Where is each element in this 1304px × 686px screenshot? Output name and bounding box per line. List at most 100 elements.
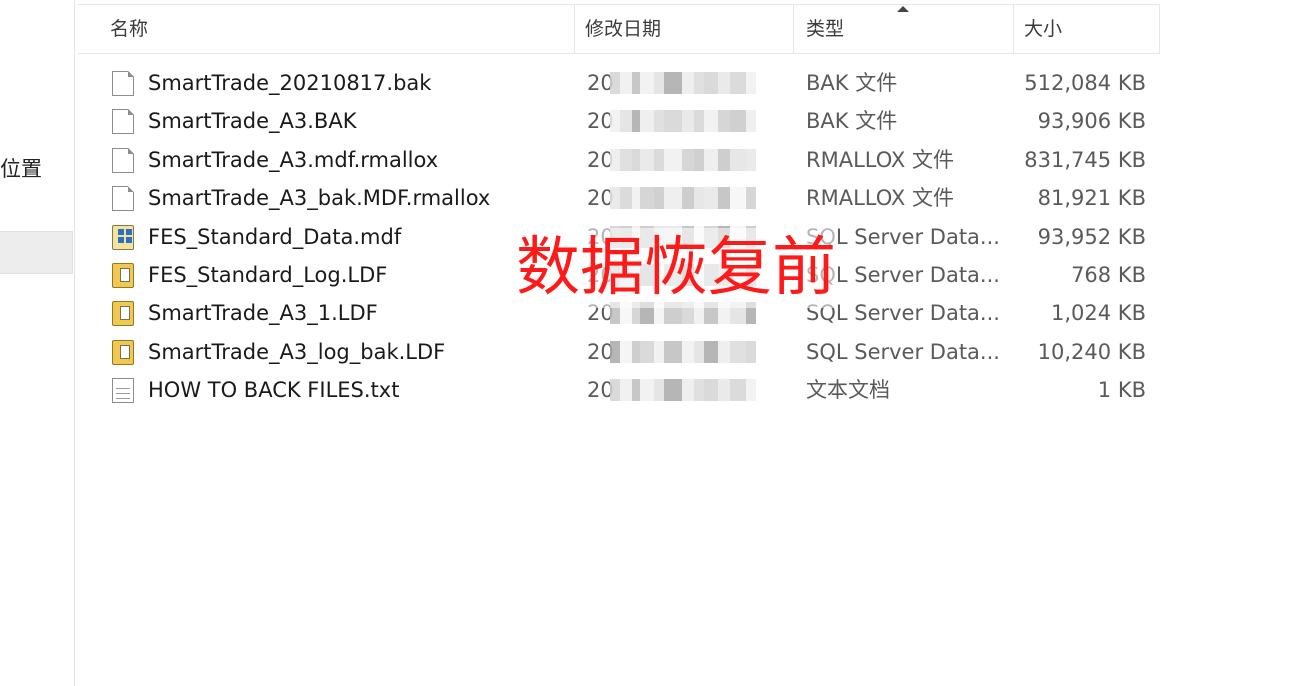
mosaic-block (718, 340, 730, 363)
column-header-type[interactable]: 类型 (794, 5, 1014, 53)
mosaic-block (746, 72, 756, 94)
mosaic-block (632, 148, 640, 171)
file-type: BAK 文件 (806, 109, 898, 134)
nav-item-location[interactable]: 位置 (0, 153, 42, 183)
file-name: SmartTrade_A3.mdf.rmallox (148, 147, 439, 172)
file-size: 93,952 KB (1037, 224, 1146, 249)
mosaic-block (620, 379, 632, 402)
mosaic-block (704, 340, 718, 363)
date-mosaic (610, 340, 756, 363)
mosaic-block (704, 110, 718, 133)
date-mosaic (610, 187, 756, 210)
file-row[interactable]: HOW TO BACK FILES.txt 20 文本文档 1 KB (78, 371, 1160, 409)
file-name: HOW TO BACK FILES.txt (148, 378, 400, 403)
overlay-caption: 数据恢复前 (514, 228, 838, 308)
mosaic-block (704, 72, 718, 94)
mosaic-block (632, 110, 640, 133)
mosaic-block (664, 379, 682, 402)
mosaic-block (694, 340, 704, 363)
mosaic-block (718, 379, 730, 402)
mosaic-block (694, 148, 704, 171)
document-icon (112, 147, 134, 173)
file-type: RMALLOX 文件 (806, 186, 954, 211)
document-icon (112, 186, 134, 212)
sql-log-icon (112, 301, 134, 327)
mosaic-block (632, 72, 640, 94)
column-header-size[interactable]: 大小 (1014, 5, 1160, 53)
mosaic-block (682, 187, 694, 210)
file-row[interactable]: SmartTrade_A3_bak.MDF.rmallox 20 RMALLOX… (78, 179, 1160, 217)
mosaic-block (718, 187, 730, 210)
mosaic-block (730, 148, 746, 171)
mosaic-block (620, 148, 632, 171)
mosaic-block (632, 340, 640, 363)
mosaic-block (746, 379, 756, 402)
mosaic-block (694, 379, 704, 402)
mosaic-block (694, 110, 704, 133)
mosaic-block (632, 187, 640, 210)
mosaic-block (654, 72, 664, 94)
column-header-date[interactable]: 修改日期 (575, 5, 794, 53)
mosaic-block (664, 340, 682, 363)
column-header: 名称 修改日期 类型 大小 (78, 4, 1160, 54)
mosaic-block (620, 110, 632, 133)
mosaic-block (746, 110, 756, 133)
file-explorer-window: 位置 名称 修改日期 类型 大小 SmartTrade_20210817.bak… (0, 0, 1304, 686)
file-type: 文本文档 (806, 378, 890, 403)
column-header-name[interactable]: 名称 (78, 5, 575, 53)
date-mosaic (610, 110, 756, 133)
mosaic-block (654, 148, 664, 171)
file-size: 1,024 KB (1051, 301, 1146, 326)
mosaic-block (664, 187, 682, 210)
file-type: BAK 文件 (806, 71, 898, 95)
mosaic-block (718, 72, 730, 94)
mosaic-block (610, 148, 620, 171)
file-size: 10,240 KB (1037, 339, 1146, 364)
mosaic-block (640, 110, 654, 133)
mosaic-block (682, 148, 694, 171)
mosaic-block (730, 72, 746, 94)
file-type: SQL Server Data... (806, 339, 1000, 364)
mosaic-block (610, 379, 620, 402)
mosaic-block (654, 379, 664, 402)
mosaic-block (730, 379, 746, 402)
mosaic-block (610, 187, 620, 210)
mosaic-block (694, 72, 704, 94)
file-type: RMALLOX 文件 (806, 147, 954, 172)
date-mosaic (610, 379, 756, 402)
file-name: FES_Standard_Log.LDF (148, 262, 388, 287)
mosaic-block (654, 340, 664, 363)
file-row[interactable]: SmartTrade_A3_log_bak.LDF 20 SQL Server … (78, 333, 1160, 371)
mosaic-block (654, 110, 664, 133)
file-row[interactable]: SmartTrade_A3.BAK 20 BAK 文件 93,906 KB (78, 102, 1160, 140)
navigation-pane: 位置 (0, 0, 75, 686)
mosaic-block (654, 187, 664, 210)
mosaic-block (682, 72, 694, 94)
date-mosaic (610, 148, 756, 171)
nav-item-selected[interactable] (0, 231, 73, 274)
mosaic-block (730, 340, 746, 363)
file-row[interactable]: SmartTrade_A3.mdf.rmallox 20 RMALLOX 文件 … (78, 141, 1160, 179)
mosaic-block (610, 110, 620, 133)
mosaic-block (746, 148, 756, 171)
mosaic-block (664, 72, 682, 94)
sql-log-icon (112, 339, 134, 365)
date-mosaic (610, 72, 756, 94)
mosaic-block (682, 379, 694, 402)
mosaic-block (620, 340, 632, 363)
mosaic-block (620, 72, 632, 94)
mosaic-block (640, 148, 654, 171)
file-name: SmartTrade_A3.BAK (148, 109, 357, 134)
mosaic-block (694, 187, 704, 210)
document-icon (112, 71, 134, 96)
mosaic-block (704, 379, 718, 402)
mosaic-block (704, 148, 718, 171)
mosaic-block (730, 187, 746, 210)
file-size: 831,745 KB (1024, 147, 1146, 172)
document-icon (112, 109, 134, 135)
file-row[interactable]: SmartTrade_20210817.bak 20 BAK 文件 512,08… (78, 64, 1160, 102)
sql-log-icon (112, 262, 134, 288)
mosaic-block (718, 148, 730, 171)
mosaic-block (640, 72, 654, 94)
file-name: SmartTrade_20210817.bak (148, 71, 432, 95)
